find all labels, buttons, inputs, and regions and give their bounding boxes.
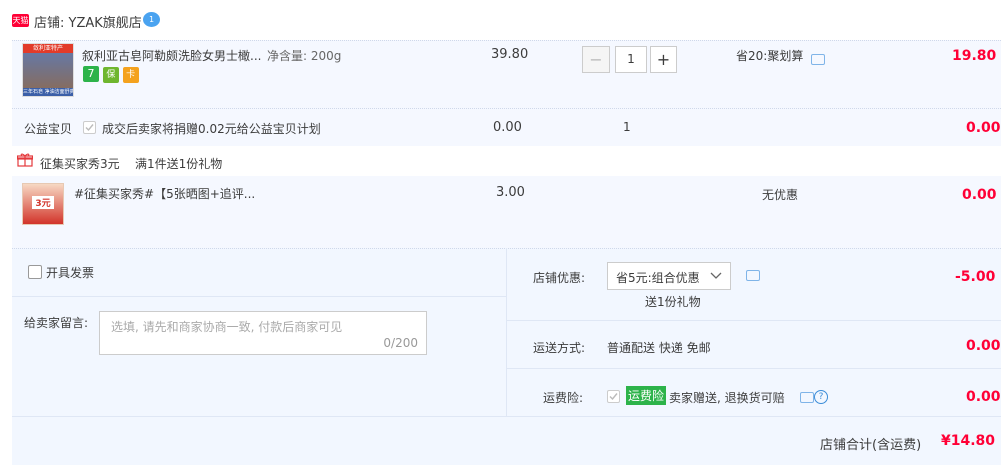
product-spec: 净含量: 200g — [267, 49, 342, 63]
gift-subtotal: 0.00 — [962, 187, 997, 203]
thumb-top-label: 敛利亚特产 — [23, 44, 73, 53]
item-subtotal: 19.80 — [952, 48, 997, 64]
charity-checkbox[interactable] — [83, 121, 96, 134]
promo-text: 省20:聚划算 — [736, 49, 804, 63]
insurance-label: 运费险: — [543, 391, 584, 405]
credit-card-icon[interactable]: 卡 — [122, 67, 139, 83]
plus-button[interactable]: + — [650, 46, 677, 73]
shop-discount-select-value: 省5元:组合优惠 — [616, 271, 700, 285]
chat-bubble-icon[interactable]: 1 — [143, 12, 160, 27]
service-badges: 7 保 卡 — [83, 66, 139, 83]
gift-item-title-link[interactable]: #征集买家秀#【5张晒图+追评... — [74, 185, 255, 202]
shop-discount-note: 送1份礼物 — [645, 295, 701, 309]
panel-divider-vertical — [506, 248, 507, 416]
charity-subtotal: 0.00 — [966, 120, 1001, 136]
product-title-link[interactable]: 叙利亚古皂阿勒颇洗脸女男士橄... — [82, 47, 261, 64]
total-label: 店铺合计(含运费) — [820, 438, 922, 453]
gift-title: 征集买家秀3元 — [40, 157, 120, 171]
gift-promo: 无优惠 — [762, 188, 799, 202]
invoice-label[interactable]: 开具发票 — [46, 264, 94, 281]
thumb-bottom-label: 三年石皂 净油洁面舒爽 — [23, 88, 73, 96]
shop-discount-select[interactable]: 省5元:组合优惠 — [607, 262, 731, 290]
message-placeholder: 选填, 请先和商家协商一致, 付款后商家可见 — [111, 320, 343, 334]
insurance-checkbox[interactable] — [607, 390, 620, 403]
charity-label: 公益宝贝 — [24, 122, 73, 136]
message-label: 给卖家留言: — [24, 316, 89, 330]
store-header: 天猫 店铺: YZAK旗舰店 1 — [0, 0, 1001, 40]
message-textarea[interactable]: 选填, 请先和商家协商一致, 付款后商家可见 0/200 — [99, 311, 427, 355]
charity-price: 0.00 — [493, 120, 522, 135]
charity-qty: 1 — [623, 120, 631, 134]
minus-button[interactable]: − — [582, 46, 610, 73]
insurance-tag: 运费险 — [626, 386, 667, 405]
shop-discount-label: 店铺优惠: — [533, 271, 586, 285]
shipping-label: 运送方式: — [533, 341, 586, 355]
shipping-amount: 0.00 — [966, 338, 1001, 354]
product-thumbnail[interactable]: 敛利亚特产 三年石皂 净油洁面舒爽 — [22, 43, 74, 97]
gift-icon — [16, 153, 34, 167]
panel-divider-left — [12, 296, 506, 297]
charity-text: 成交后卖家将捐赠0.02元给公益宝贝计划 — [102, 122, 321, 136]
gift-price: 3.00 — [496, 185, 525, 200]
panel-divider-2 — [507, 368, 1001, 369]
store-name-link[interactable]: 店铺: YZAK旗舰店 — [34, 12, 142, 31]
gift-thumb-label: 3元 — [32, 196, 54, 209]
guarantee-icon[interactable]: 保 — [102, 67, 119, 83]
message-counter: 0/200 — [383, 336, 418, 350]
panel-divider-3 — [12, 416, 1001, 417]
unit-price: 39.80 — [491, 47, 529, 62]
gift-thumbnail[interactable]: 3元 — [22, 183, 64, 225]
help-icon[interactable]: ? — [814, 390, 828, 404]
chat-icon[interactable] — [800, 392, 814, 403]
chevron-down-icon — [710, 270, 722, 284]
gift-rule: 满1件送1份礼物 — [135, 157, 223, 171]
tmall-badge: 天猫 — [12, 14, 29, 27]
panel-divider-1 — [507, 320, 1001, 321]
insurance-text: 卖家赠送, 退换货可赔 — [669, 391, 785, 405]
total-amount: ¥14.80 — [941, 433, 996, 449]
quantity-input[interactable]: 1 — [615, 46, 647, 73]
insurance-amount: 0.00 — [966, 389, 1001, 405]
chat-icon[interactable] — [811, 54, 825, 65]
invoice-checkbox[interactable] — [28, 265, 42, 279]
shipping-value: 普通配送 快递 免邮 — [607, 341, 711, 355]
seven-day-return-icon[interactable]: 7 — [83, 66, 99, 82]
shop-discount-amount: -5.00 — [955, 269, 996, 285]
chat-icon[interactable] — [746, 270, 760, 281]
